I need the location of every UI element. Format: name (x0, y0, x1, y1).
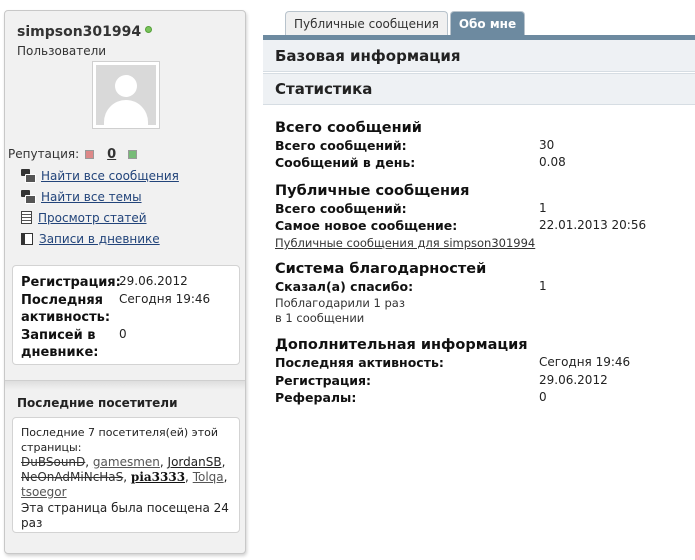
diary-label-1: Записей в (21, 328, 96, 343)
total-posts-label: Всего сообщений: (275, 138, 407, 153)
newest-message-label: Самое новое сообщение: (275, 218, 458, 233)
last-activity-label: Последняя активность: (275, 355, 444, 370)
username-text: simpson301994 (17, 24, 142, 40)
said-thanks-label: Сказал(а) спасибо: (275, 279, 414, 294)
posts-per-day-label: Сообщений в день: (275, 155, 416, 170)
registration-value: 29.06.2012 (119, 274, 188, 288)
about-me-panel: Базовая информация Статистика Всего сооб… (263, 35, 695, 411)
profile-tabs: Публичные сообщения Обо мне (285, 11, 526, 35)
public-messages-title: Публичные сообщения (275, 183, 470, 199)
newest-message-value: 22.01.2013 20:56 (539, 218, 647, 232)
reputation-plus-icon[interactable] (128, 150, 138, 159)
registration-value-main: 29.06.2012 (539, 373, 608, 387)
recent-visitors-title: Последние посетители (17, 396, 178, 410)
activity-label-1: Последняя (21, 293, 104, 308)
reputation-label: Репутация: (8, 147, 80, 161)
visitor-link[interactable]: DuBSounD (21, 455, 85, 469)
recent-visitors-box: Последние 7 посетителя(ей) этой страницы… (12, 417, 240, 533)
visit-count: Эта страница была посещена 24 раз (21, 501, 229, 530)
find-all-posts-link[interactable]: Найти все сообщения (41, 169, 179, 183)
profile-sidebar: simpson301994 Пользователи Репутация: 0 Н… (4, 10, 246, 554)
threads-icon (21, 190, 36, 204)
thanked-times: Поблагодарили 1 раз (275, 296, 405, 310)
registration-label: Регистрация: (21, 275, 121, 290)
visitor-link[interactable]: JordanSB (168, 455, 222, 469)
visitor-link[interactable]: NeOnAdMiNcHaS (21, 470, 123, 484)
profile-info-box: Регистрация: 29.06.2012 Последняя активн… (12, 265, 240, 365)
last-activity-value: Сегодня 19:46 (539, 355, 631, 369)
thanks-system-title: Система благодарностей (275, 261, 487, 277)
diary-entries-link[interactable]: Записи в дневнике (39, 232, 160, 246)
avatar[interactable] (92, 61, 160, 129)
total-posts-value: 30 (539, 138, 555, 152)
visitor-link[interactable]: tsoegor (21, 485, 67, 499)
activity-label-2: активность: (21, 310, 111, 325)
public-total-value: 1 (539, 201, 547, 215)
public-total-label: Всего сообщений: (275, 201, 407, 216)
action-view-articles: Просмотр статей (21, 207, 179, 228)
articles-icon (21, 211, 32, 224)
tab-about-me[interactable]: Обо мне (449, 11, 526, 35)
user-title: Пользователи (17, 44, 107, 58)
visitor-link[interactable]: pia3333 (131, 470, 185, 484)
diary-icon (21, 232, 33, 245)
visitor-list: DuBSounD, gamesmen, JordanSB, NeOnAdMiNc… (21, 455, 228, 499)
default-avatar-icon (96, 65, 156, 125)
action-find-threads: Найти все темы (21, 186, 179, 207)
activity-value: Сегодня 19:46 (119, 292, 211, 306)
action-diary: Записи в дневнике (21, 228, 179, 249)
posts-per-day-value: 0.08 (539, 155, 566, 169)
reputation-value[interactable]: 0 (107, 147, 116, 162)
reputation: Репутация: 0 (8, 147, 140, 162)
online-status-icon (145, 26, 153, 33)
registration-label-main: Регистрация: (275, 373, 372, 388)
public-messages-link[interactable]: Публичные сообщения для simpson301994 (275, 236, 535, 250)
statistics-header: Статистика (263, 73, 695, 105)
basic-info-header: Базовая информация (263, 40, 695, 72)
additional-info-title: Дополнительная информация (275, 337, 528, 353)
said-thanks-value: 1 (539, 279, 547, 293)
tab-public-messages[interactable]: Публичные сообщения (285, 11, 448, 35)
reputation-minus-icon[interactable] (85, 150, 95, 159)
view-articles-link[interactable]: Просмотр статей (38, 211, 147, 225)
referrals-value: 0 (539, 390, 547, 404)
username: simpson301994 (17, 24, 153, 40)
visitor-link[interactable]: gamesmen (93, 455, 160, 469)
diary-label-2: дневнике: (21, 345, 99, 360)
profile-actions: Найти все сообщения Найти все темы Просм… (21, 165, 179, 249)
referrals-label: Рефералы: (275, 390, 357, 405)
messages-icon (21, 169, 36, 183)
action-find-posts: Найти все сообщения (21, 165, 179, 186)
total-posts-title: Всего сообщений (275, 120, 422, 136)
thanked-posts: в 1 сообщении (275, 311, 365, 325)
visitor-link[interactable]: Tolqa (193, 470, 224, 484)
find-all-threads-link[interactable]: Найти все темы (41, 190, 142, 204)
diary-value: 0 (119, 327, 127, 341)
section-divider (5, 380, 245, 390)
visitors-intro: Последние 7 посетителя(ей) этой страницы… (21, 426, 218, 454)
